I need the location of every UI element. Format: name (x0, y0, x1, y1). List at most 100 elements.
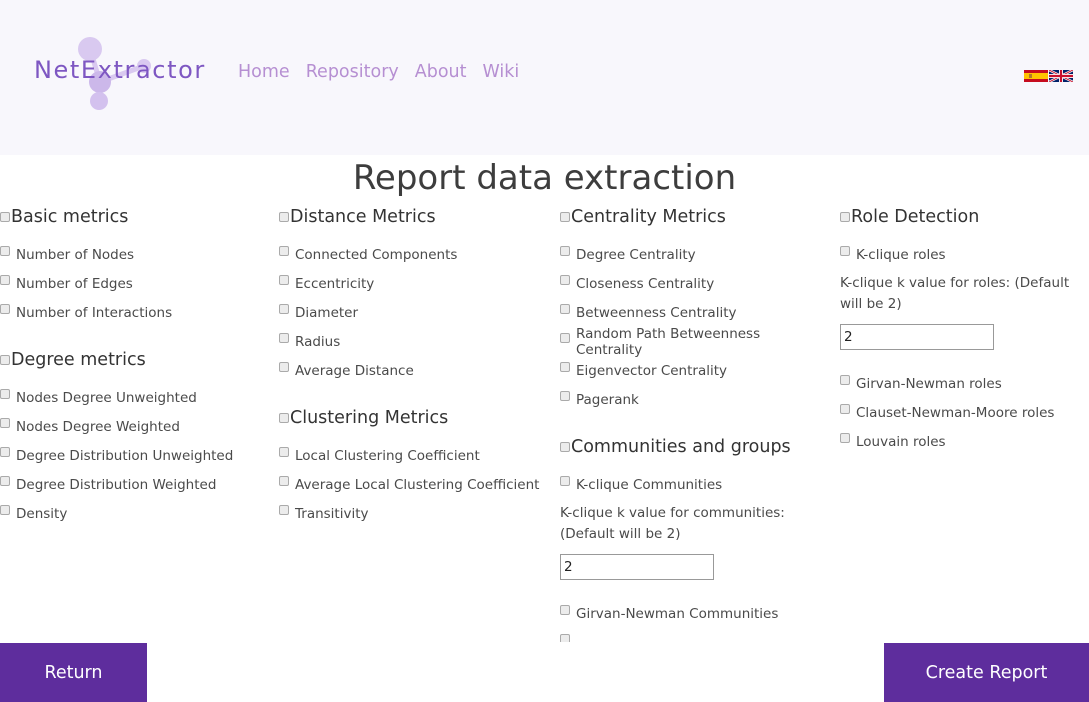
checkbox[interactable] (840, 374, 850, 385)
checkbox[interactable] (0, 417, 10, 428)
nav-repository[interactable]: Repository (306, 62, 399, 82)
nav-about[interactable]: About (415, 62, 467, 82)
checkbox[interactable] (560, 361, 570, 372)
nav-wiki[interactable]: Wiki (483, 62, 520, 82)
checkbox[interactable] (560, 633, 570, 642)
checkbox[interactable] (279, 361, 289, 372)
column-distance-clustering: Distance Metrics Connected Components Ec… (279, 204, 549, 528)
spanish-flag-icon[interactable] (1024, 70, 1048, 82)
option-label: Average Distance (295, 362, 414, 379)
checkbox[interactable] (0, 446, 10, 457)
option-label: Eccentricity (295, 275, 375, 292)
option-louvain-roles[interactable]: Louvain roles (840, 427, 1089, 456)
checkbox[interactable] (0, 303, 10, 314)
option-local-clustering-coefficient[interactable]: Local Clustering Coefficient (279, 441, 549, 470)
english-flag-icon[interactable] (1049, 70, 1073, 82)
checkbox[interactable] (560, 604, 570, 615)
option-number-of-interactions[interactable]: Number of Interactions (0, 298, 270, 327)
section-title-label: Distance Metrics (290, 207, 436, 227)
checkbox[interactable] (560, 245, 570, 256)
section-checkbox[interactable] (279, 212, 289, 222)
checkbox[interactable] (0, 504, 10, 515)
checkbox[interactable] (0, 475, 10, 486)
section-checkbox[interactable] (0, 355, 10, 365)
option-label: Number of Nodes (16, 246, 135, 263)
option-pagerank[interactable]: Pagerank (560, 385, 830, 414)
column-role-detection: Role Detection K-clique roles K-clique k… (840, 204, 1089, 456)
option-label: Louvain roles (856, 433, 946, 450)
option-label: Nodes Degree Weighted (16, 418, 180, 435)
option-label: Girvan-Newman Communities (576, 605, 779, 622)
option-connected-components[interactable]: Connected Components (279, 240, 549, 269)
checkbox[interactable] (279, 475, 289, 486)
checkbox[interactable] (560, 475, 570, 486)
option-closeness-centrality[interactable]: Closeness Centrality (560, 269, 830, 298)
checkbox[interactable] (279, 274, 289, 285)
option-eigenvector-centrality[interactable]: Eigenvector Centrality (560, 356, 830, 385)
option-label: Betweenness Centrality (576, 304, 737, 321)
column-basic-degree: Basic metrics Number of Nodes Number of … (0, 204, 270, 528)
section-checkbox[interactable] (560, 212, 570, 222)
checkbox[interactable] (279, 332, 289, 343)
option-degree-distribution-weighted[interactable]: Degree Distribution Weighted (0, 470, 270, 499)
section-distance-metrics: Distance Metrics (279, 204, 549, 230)
option-diameter[interactable]: Diameter (279, 298, 549, 327)
section-checkbox[interactable] (279, 413, 289, 423)
checkbox[interactable] (560, 332, 570, 343)
nav-home[interactable]: Home (238, 62, 290, 82)
option-nodes-degree-unweighted[interactable]: Nodes Degree Unweighted (0, 383, 270, 412)
option-average-local-clustering-coefficient[interactable]: Average Local Clustering Coefficient (279, 470, 549, 499)
option-label: Degree Distribution Weighted (16, 476, 217, 493)
option-label: Density (16, 505, 68, 522)
option-degree-distribution-unweighted[interactable]: Degree Distribution Unweighted (0, 441, 270, 470)
option-degree-centrality[interactable]: Degree Centrality (560, 240, 830, 269)
checkbox[interactable] (279, 245, 289, 256)
column-centrality-communities: Centrality Metrics Degree Centrality Clo… (560, 204, 830, 642)
option-label: K-clique Communities (576, 476, 723, 493)
checkbox[interactable] (0, 245, 10, 256)
option-hidden-next[interactable] (560, 628, 830, 642)
section-checkbox[interactable] (560, 442, 570, 452)
option-number-of-nodes[interactable]: Number of Nodes (0, 240, 270, 269)
option-girvan-newman-roles[interactable]: Girvan-Newman roles (840, 369, 1089, 398)
option-label: Transitivity (295, 505, 369, 522)
option-random-path-betweenness-centrality[interactable]: Random Path Betweenness Centrality (560, 325, 830, 358)
checkbox[interactable] (0, 274, 10, 285)
option-clauset-newman-moore-roles[interactable]: Clauset-Newman-Moore roles (840, 398, 1089, 427)
checkbox[interactable] (840, 245, 850, 256)
option-label: Average Local Clustering Coefficient (295, 476, 540, 493)
option-label: Random Path Betweenness Centrality (576, 325, 761, 358)
section-title-label: Communities and groups (571, 437, 791, 457)
checkbox[interactable] (840, 432, 850, 443)
option-eccentricity[interactable]: Eccentricity (279, 269, 549, 298)
option-betweenness-centrality[interactable]: Betweenness Centrality (560, 298, 830, 327)
option-radius[interactable]: Radius (279, 327, 549, 356)
section-clustering-metrics: Clustering Metrics (279, 405, 549, 431)
option-transitivity[interactable]: Transitivity (279, 499, 549, 528)
checkbox[interactable] (279, 303, 289, 314)
option-k-clique-communities[interactable]: K-clique Communities (560, 470, 830, 499)
section-checkbox[interactable] (840, 212, 850, 222)
option-label: Radius (295, 333, 341, 350)
k-clique-roles-input[interactable] (840, 324, 994, 350)
option-label: Number of Edges (16, 275, 133, 292)
option-girvan-newman-communities[interactable]: Girvan-Newman Communities (560, 599, 830, 628)
checkbox[interactable] (560, 274, 570, 285)
create-report-button[interactable]: Create Report (884, 643, 1089, 702)
option-number-of-edges[interactable]: Number of Edges (0, 269, 270, 298)
checkbox[interactable] (560, 390, 570, 401)
logo[interactable]: NetExtractor (32, 34, 204, 114)
option-average-distance[interactable]: Average Distance (279, 356, 549, 385)
return-button[interactable]: Return (0, 643, 147, 702)
option-density[interactable]: Density (0, 499, 270, 528)
checkbox[interactable] (0, 388, 10, 399)
option-nodes-degree-weighted[interactable]: Nodes Degree Weighted (0, 412, 270, 441)
checkbox[interactable] (279, 504, 289, 515)
checkbox[interactable] (560, 303, 570, 314)
option-k-clique-roles[interactable]: K-clique roles (840, 240, 1089, 269)
language-switcher (1024, 70, 1073, 82)
checkbox[interactable] (840, 403, 850, 414)
k-clique-communities-input[interactable] (560, 554, 714, 580)
checkbox[interactable] (279, 446, 289, 457)
section-checkbox[interactable] (0, 212, 10, 222)
